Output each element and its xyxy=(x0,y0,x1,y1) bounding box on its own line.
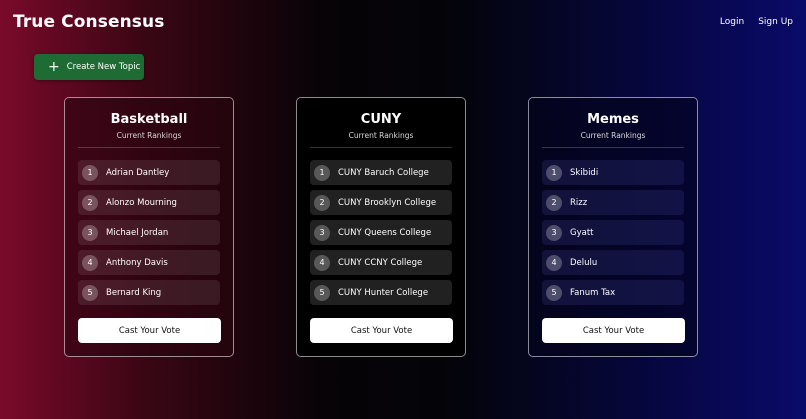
item-name: CUNY Baruch College xyxy=(338,167,429,178)
rank-badge: 3 xyxy=(546,224,562,241)
list-item: 1 Skibidi xyxy=(542,160,684,185)
rank-badge: 4 xyxy=(82,254,98,271)
list-item: 4 Delulu xyxy=(542,250,684,275)
card-title: Memes xyxy=(587,112,639,127)
topic-card-basketball: Basketball Current Rankings 1 Adrian Dant… xyxy=(64,97,234,357)
card-divider xyxy=(78,147,220,148)
auth-nav: Login Sign Up xyxy=(720,17,793,27)
topic-card-cuny: CUNY Current Rankings 1 CUNY Baruch Colle… xyxy=(296,97,466,357)
list-item: 3 CUNY Queens College xyxy=(310,220,452,245)
rank-badge: 3 xyxy=(314,224,330,241)
rank-badge: 1 xyxy=(314,164,330,181)
item-name: Delulu xyxy=(570,257,598,268)
ranking-list: 1 CUNY Baruch College 2 CUNY Brooklyn Coll… xyxy=(310,160,452,305)
cast-vote-button[interactable]: Cast Your Vote xyxy=(542,318,685,343)
create-new-topic-button[interactable]: + Create New Topic xyxy=(34,54,144,80)
list-item: 2 Alonzo Mourning xyxy=(78,190,220,215)
ranking-list: 1 Skibidi 2 Rizz 3 Gyatt 4 Delulu 5 Fanum Tax xyxy=(542,160,684,305)
card-title: CUNY xyxy=(360,112,402,127)
rank-badge: 1 xyxy=(546,164,562,181)
list-item: 5 Bernard King xyxy=(78,280,220,305)
rank-badge: 1 xyxy=(82,164,98,181)
list-item: 1 Adrian Dantley xyxy=(78,160,220,185)
cast-vote-button[interactable]: Cast Your Vote xyxy=(78,318,221,343)
rank-badge: 2 xyxy=(314,194,330,211)
item-name: Bernard King xyxy=(106,287,162,298)
create-new-topic-label: Create New Topic xyxy=(66,62,141,72)
rank-badge: 5 xyxy=(546,284,562,301)
list-item: 4 CUNY CCNY College xyxy=(310,250,452,275)
item-name: Rizz xyxy=(570,197,588,208)
list-item: 5 CUNY Hunter College xyxy=(310,280,452,305)
rank-badge: 4 xyxy=(546,254,562,271)
login-link[interactable]: Login xyxy=(720,17,744,27)
list-item: 2 Rizz xyxy=(542,190,684,215)
list-item: 5 Fanum Tax xyxy=(542,280,684,305)
rank-badge: 4 xyxy=(314,254,330,271)
topic-card-memes: Memes Current Rankings 1 Skibidi 2 Rizz 3G… xyxy=(528,97,698,357)
item-name: Skibidi xyxy=(570,167,599,178)
card-divider xyxy=(542,147,684,148)
rank-badge: 3 xyxy=(82,224,98,241)
card-subtitle: Current Rankings xyxy=(580,131,646,140)
list-item: 2 CUNY Brooklyn College xyxy=(310,190,452,215)
item-name: CUNY Brooklyn College xyxy=(338,197,437,208)
item-name: Gyatt xyxy=(570,227,594,238)
item-name: CUNY Queens College xyxy=(338,227,432,238)
item-name: CUNY CCNY College xyxy=(338,257,423,268)
item-name: Adrian Dantley xyxy=(106,167,170,178)
rank-badge: 2 xyxy=(546,194,562,211)
list-item: 3 Michael Jordan xyxy=(78,220,220,245)
item-name: Anthony Davis xyxy=(106,257,168,268)
plus-icon: + xyxy=(48,59,60,75)
cast-vote-button[interactable]: Cast Your Vote xyxy=(310,318,453,343)
card-divider xyxy=(310,147,452,148)
item-name: Michael Jordan xyxy=(106,227,169,238)
list-item: 1 CUNY Baruch College xyxy=(310,160,452,185)
card-title: Basketball xyxy=(110,112,188,127)
rank-badge: 5 xyxy=(82,284,98,301)
card-subtitle: Current Rankings xyxy=(116,131,182,140)
list-item: 3 Gyatt xyxy=(542,220,684,245)
list-item: 4 Anthony Davis xyxy=(78,250,220,275)
ranking-list: 1 Adrian Dantley 2 Alonzo Mourning 3 Michae… xyxy=(78,160,220,305)
item-name: CUNY Hunter College xyxy=(338,287,429,298)
rank-badge: 2 xyxy=(82,194,98,211)
item-name: Fanum Tax xyxy=(570,287,616,298)
card-subtitle: Current Rankings xyxy=(348,131,414,140)
rank-badge: 5 xyxy=(314,284,330,301)
item-name: Alonzo Mourning xyxy=(106,197,177,208)
brand-title[interactable]: True Consensus xyxy=(13,12,164,32)
top-bar: True Consensus Login Sign Up xyxy=(0,0,806,44)
signup-link[interactable]: Sign Up xyxy=(758,17,793,27)
